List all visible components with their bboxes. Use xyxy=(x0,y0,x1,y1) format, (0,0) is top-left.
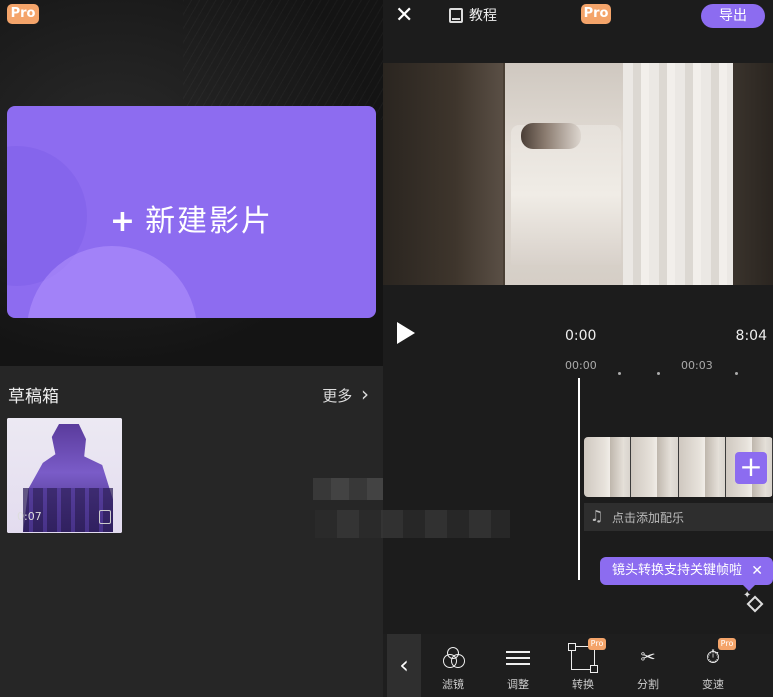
clip-frame xyxy=(631,437,678,497)
plus-icon: + xyxy=(109,204,138,239)
add-music-label: 点击添加配乐 xyxy=(612,511,685,525)
home-panel: Pro + 新建影片 草稿箱 更多 › 0:07 xyxy=(0,0,383,697)
blurred-region xyxy=(313,478,383,500)
video-preview[interactable] xyxy=(383,63,773,285)
export-button[interactable]: 导出 xyxy=(701,4,765,28)
scissors-icon: ✂ xyxy=(640,647,656,668)
draft-item[interactable]: 0:07 xyxy=(7,418,122,533)
adjust-icon xyxy=(506,646,530,670)
ruler-tick-label: 00:00 xyxy=(565,359,597,372)
blurred-region xyxy=(315,510,510,538)
chevron-right-icon: › xyxy=(361,382,369,406)
more-label: 更多 xyxy=(322,387,353,405)
music-note-icon: ♫ xyxy=(590,507,604,525)
playhead[interactable] xyxy=(578,378,580,580)
decorative-stripes xyxy=(183,0,383,120)
close-button[interactable]: ✕ xyxy=(395,4,417,28)
add-clip-button[interactable]: + xyxy=(735,452,767,484)
home-header-area: Pro + 新建影片 xyxy=(0,0,383,366)
pro-badge: Pro xyxy=(588,638,606,650)
new-movie-button[interactable]: + 新建影片 xyxy=(7,106,376,318)
ruler-dot xyxy=(657,372,660,375)
book-icon xyxy=(449,7,463,23)
tooltip-close-icon[interactable]: ✕ xyxy=(751,557,763,585)
timeline-ruler[interactable]: 00:00 00:03 xyxy=(383,356,773,380)
draft-duration: 0:07 xyxy=(17,510,42,523)
drafts-title: 草稿箱 xyxy=(8,387,59,407)
preview-scene-curtain xyxy=(623,63,733,285)
tool-label: 转换 xyxy=(572,678,594,691)
total-time: 8:04 xyxy=(735,328,767,344)
tool-label: 变速 xyxy=(702,678,724,691)
keyframe-tooltip: 镜头转换支持关键帧啦 ✕ xyxy=(600,557,773,591)
more-link[interactable]: 更多 › xyxy=(322,382,369,406)
ruler-tick-label: 00:03 xyxy=(681,359,713,372)
tool-filter[interactable]: 滤镜 xyxy=(428,646,478,692)
play-icon[interactable] xyxy=(397,322,415,344)
preview-scene-door xyxy=(733,63,773,285)
add-music-track[interactable]: ♫ 点击添加配乐 xyxy=(584,503,773,531)
current-time: 0:00 xyxy=(565,328,597,344)
new-movie-text: 新建影片 xyxy=(145,204,274,239)
pro-badge: Pro xyxy=(718,638,736,650)
pro-badge[interactable]: Pro xyxy=(581,4,611,24)
edit-icon xyxy=(99,510,111,524)
clip-frame xyxy=(678,437,725,497)
tutorial-button[interactable]: 教程 xyxy=(449,5,497,25)
tool-speed[interactable]: ⏱ Pro 变速 xyxy=(688,638,738,692)
edit-toolbar: ‹ 滤镜 调整 Pro 转换 ✂ 分割 ⏱ Pro 变速 xyxy=(383,634,773,697)
tool-adjust[interactable]: 调整 xyxy=(493,646,543,692)
filter-icon xyxy=(441,646,465,670)
preview-scene-door xyxy=(383,63,503,285)
tooltip-text: 镜头转换支持关键帧啦 xyxy=(612,563,743,578)
pro-badge[interactable]: Pro xyxy=(7,4,39,24)
preview-scene-person xyxy=(521,123,581,149)
ruler-dot xyxy=(618,372,621,375)
tool-transform[interactable]: Pro 转换 xyxy=(558,638,608,692)
clip-frame xyxy=(584,437,631,497)
tool-split[interactable]: ✂ 分割 xyxy=(623,646,673,692)
editor-panel: ✕ 教程 Pro 导出 0:00 8:04 00:00 00:03 + ♫ 点击… xyxy=(383,0,773,697)
tool-label: 调整 xyxy=(507,678,529,691)
new-movie-label: + 新建影片 xyxy=(7,196,376,240)
tutorial-label: 教程 xyxy=(469,8,497,24)
tool-label: 滤镜 xyxy=(442,678,464,691)
tool-label: 分割 xyxy=(637,678,659,691)
ruler-dot xyxy=(735,372,738,375)
back-button[interactable]: ‹ xyxy=(387,634,421,697)
